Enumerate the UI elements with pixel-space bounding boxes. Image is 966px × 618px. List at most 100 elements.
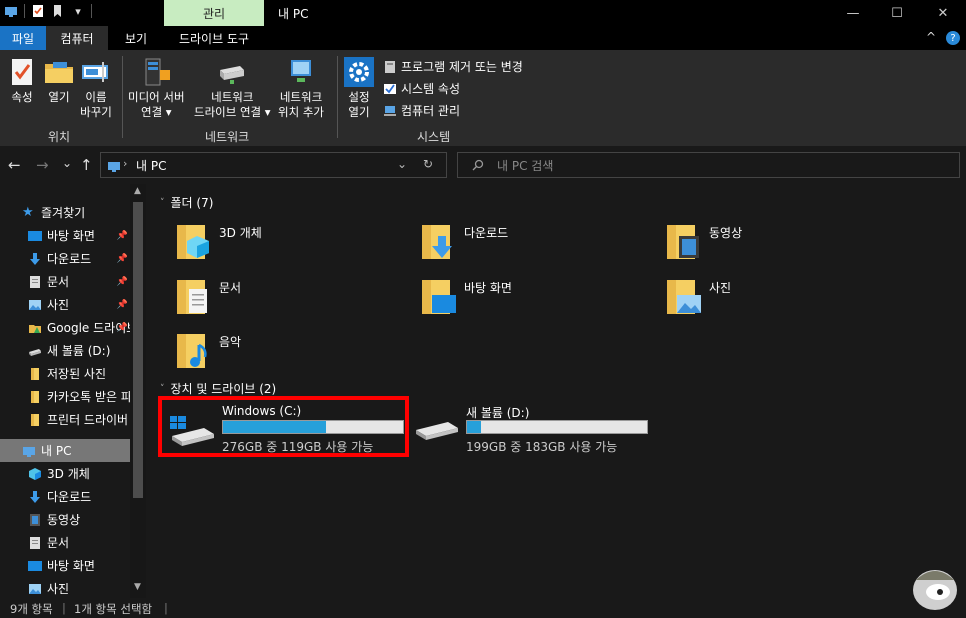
tab-view[interactable]: 보기 [112,26,160,50]
nav-label: 저장된 사진 [47,367,107,381]
maximize-button[interactable]: ☐ [874,0,920,26]
ribbon: 속성 열기 이름 바꾸기 위치 미디어 서버 연결 ▾ 네트워크 드라이브 연결… [0,50,966,146]
drives-group-header[interactable]: ˅ 장치 및 드라이브 (2) [160,380,276,397]
nav-item-pc-documents[interactable]: 문서 [28,531,130,554]
chevron-down-icon[interactable]: ˅ [160,198,165,208]
explorer-app-icon[interactable] [4,4,18,18]
folders-group-header[interactable]: ˅ 폴더 (7) [160,194,213,211]
folder-documents[interactable]: 문서 [175,277,405,325]
properties-button[interactable]: 속성 [6,56,38,105]
recent-locations-button[interactable]: ⌄ [62,156,72,170]
minimize-button[interactable]: — [830,0,876,26]
nav-item-desktop[interactable]: 바탕 화면 📌 [28,224,130,247]
desktop-icon [28,560,42,571]
nav-item-kakaotalk-files[interactable]: 카카오톡 받은 파일 [28,385,130,408]
forward-button[interactable]: → [36,156,49,174]
nav-item-pictures[interactable]: 사진 📌 [28,293,130,316]
document-icon [30,275,40,288]
folder-icon [31,390,39,403]
address-dropdown-icon[interactable]: ⌄ [397,157,407,171]
open-folder-icon [45,62,73,83]
videos-folder-icon [667,225,699,259]
breadcrumb-chevron-icon[interactable]: › [123,157,127,170]
nav-item-downloads[interactable]: 다운로드 📌 [28,247,130,270]
nav-label: 3D 개체 [47,467,90,481]
chevron-down-icon[interactable]: ˅ [160,384,165,394]
status-item-count: 9개 항목 [10,602,53,616]
pin-icon[interactable]: 📌 [117,323,128,333]
computer-management-button[interactable]: 컴퓨터 관리 [383,102,460,119]
map-network-drive-button[interactable]: 네트워크 드라이브 연결 ▾ [194,56,271,120]
media-server-button[interactable]: 미디어 서버 연결 ▾ [128,56,185,120]
folders-header-label: 폴더 (7) [170,196,214,210]
open-settings-button[interactable]: 설정 열기 [343,56,375,120]
pin-icon[interactable]: 📌 [117,300,128,310]
status-bar: 9개 항목 | 1개 항목 선택함 | [0,598,966,618]
folder-videos[interactable]: 동영상 [665,222,895,270]
tab-file[interactable]: 파일 [0,26,46,50]
star-icon: ★ [22,204,34,220]
nav-this-pc[interactable]: 내 PC [0,439,130,462]
mascot-watermark-icon [913,570,957,610]
tab-drive-tools[interactable]: 드라이브 도구 [166,26,262,50]
drive-d[interactable]: 새 볼륨 (D:) 199GB 중 183GB 사용 가능 [408,398,652,454]
context-tab-manage[interactable]: 관리 [164,0,264,26]
nav-label: 다운로드 [47,490,92,504]
folder-pictures[interactable]: 사진 [665,277,895,325]
properties-check-icon[interactable] [31,4,45,18]
ribbon-separator [122,56,123,138]
google-drive-icon [29,324,41,333]
status-separator: | [62,601,66,615]
scroll-up-icon[interactable]: ▲ [134,186,141,196]
open-label: 열기 [48,90,70,104]
uninstall-program-button[interactable]: 프로그램 제거 또는 변경 [383,58,523,75]
nav-item-google-drive[interactable]: Google 드라이브 📌 [28,316,130,339]
settings-label-1: 설정 [348,90,370,104]
close-button[interactable]: ✕ [920,0,966,26]
nav-item-pc-desktop[interactable]: 바탕 화면 [28,554,130,577]
quick-access-toolbar: ▾ [4,4,92,18]
ribbon-collapse-icon[interactable]: ^ [926,30,942,46]
pin-icon[interactable]: 📌 [117,231,128,241]
rename-button[interactable]: 이름 바꾸기 [80,56,112,120]
scroll-down-icon[interactable]: ▼ [134,582,141,592]
settings-gear-icon [344,57,374,87]
map-drive-label-2: 드라이브 연결 ▾ [194,105,271,119]
new-folder-icon[interactable] [51,4,65,18]
system-properties-button[interactable]: 시스템 속성 [383,80,460,97]
scroll-thumb[interactable] [133,202,143,498]
open-button[interactable]: 열기 [43,56,75,105]
properties-icon [12,59,32,85]
customize-qat-icon[interactable]: ▾ [71,4,85,18]
nav-item-videos[interactable]: 동영상 [28,508,130,531]
nav-item-printer-driver[interactable]: 프린터 드라이버 [28,408,130,431]
up-button[interactable]: ↑ [80,156,93,174]
folder-desktop[interactable]: 바탕 화면 [420,277,650,325]
search-placeholder: 내 PC 검색 [497,159,554,173]
pin-icon[interactable]: 📌 [117,254,128,264]
tab-computer[interactable]: 컴퓨터 [46,26,108,50]
back-button[interactable]: ← [8,156,21,174]
network-drive-icon [220,66,245,84]
breadcrumb-this-pc[interactable]: 내 PC [136,157,166,174]
nav-item-volume-d[interactable]: 새 볼륨 (D:) [28,339,130,362]
nav-item-pc-downloads[interactable]: 다운로드 [28,485,130,508]
folder-3d-objects[interactable]: 3D 개체 [175,222,405,270]
help-icon[interactable]: ? [946,31,960,45]
settings-label-2: 열기 [348,105,370,119]
folder-label: 바탕 화면 [464,281,512,295]
video-icon [30,513,40,526]
folder-downloads[interactable]: 다운로드 [420,222,650,270]
add-network-location-button[interactable]: 네트워크 위치 추가 [278,56,324,120]
navigation-pane: ★ 즐겨찾기 바탕 화면 📌 다운로드 📌 문서 📌 사진 📌 Google 드라이브 📌… [0,184,146,598]
nav-scrollbar[interactable]: ▲ ▼ [130,184,146,598]
pictures-icon [29,583,41,594]
nav-item-pc-pictures[interactable]: 사진 [28,577,130,600]
pin-icon[interactable]: 📌 [117,277,128,287]
group-label-network: 네트워크 [205,130,250,144]
nav-item-documents[interactable]: 문서 📌 [28,270,130,293]
folder-music[interactable]: 음악 [175,331,405,379]
refresh-icon[interactable]: ↻ [423,157,433,171]
nav-item-saved-pictures[interactable]: 저장된 사진 [28,362,130,385]
nav-item-3d-objects[interactable]: 3D 개체 [28,462,130,485]
